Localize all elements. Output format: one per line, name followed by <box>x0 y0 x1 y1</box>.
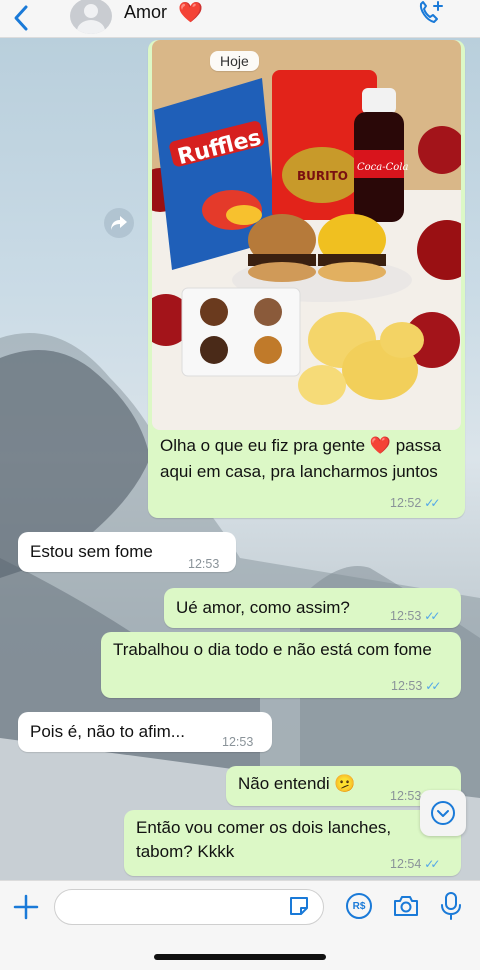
message-time: 12:53 <box>390 789 422 803</box>
message-text: Trabalhou o dia todo e não está com fome <box>113 640 432 659</box>
message-time: 12:52 <box>390 496 422 510</box>
avatar[interactable] <box>70 0 112 34</box>
food-photo-illustration: Ruffles BURITO Coca-Cola <box>152 40 461 430</box>
plus-icon[interactable] <box>12 893 40 921</box>
box-brand-text: BURITO <box>297 169 348 183</box>
read-ticks-icon: ✓✓ <box>424 857 440 871</box>
message-time: 12:53 <box>391 679 423 693</box>
contact-name[interactable]: Amor <box>124 2 167 23</box>
read-ticks-icon: ✓✓ <box>424 609 440 623</box>
message-text: Estou sem fome <box>30 542 153 561</box>
message-bubble-outgoing[interactable]: Trabalhou o dia todo e não está com fome… <box>101 632 461 698</box>
sticker-icon[interactable] <box>288 895 310 917</box>
message-bubble-outgoing[interactable]: Então vou comer os dois lanches, tabom? … <box>124 810 461 876</box>
forward-icon[interactable] <box>104 208 134 238</box>
message-bubble-incoming[interactable]: Pois é, não to afim... 12:53 <box>18 712 272 752</box>
message-text: Pois é, não to afim... <box>30 722 185 741</box>
message-meta: 12:53 ✓✓ <box>391 674 441 698</box>
message-bubble-outgoing[interactable]: Ué amor, como assim? 12:53 ✓✓ <box>164 588 461 628</box>
soda-brand-text: Coca-Cola <box>357 162 408 173</box>
message-time: 12:53 <box>390 609 422 623</box>
photo-caption: Olha o que eu fiz pra gente ❤️ passa aqu… <box>160 436 442 481</box>
date-pill: Hoje <box>210 51 259 71</box>
message-meta: 12:54 ✓✓ <box>390 852 440 876</box>
camera-icon[interactable] <box>392 893 420 919</box>
message-meta: 12:53 <box>188 552 219 576</box>
food-photo[interactable]: Ruffles BURITO Coca-Cola <box>152 40 461 430</box>
chat-header: Amor ❤️ <box>0 0 480 38</box>
payment-icon[interactable]: R$ <box>346 893 372 919</box>
photo-message[interactable]: Ruffles BURITO Coca-Cola Olha o que eu f… <box>148 40 465 518</box>
call-add-icon[interactable] <box>416 0 446 28</box>
read-ticks-icon: ✓✓ <box>424 496 440 510</box>
message-time: 12:53 <box>222 735 254 749</box>
scroll-to-bottom-button[interactable] <box>420 790 466 836</box>
message-meta: 12:52 ✓✓ <box>390 496 440 510</box>
home-indicator <box>154 954 326 960</box>
message-input[interactable] <box>54 889 324 925</box>
message-text: Ué amor, como assim? <box>176 598 350 617</box>
message-meta: 12:53 <box>222 730 253 754</box>
back-chevron-icon[interactable] <box>10 4 34 32</box>
chevron-down-circle-icon <box>431 801 455 825</box>
microphone-icon[interactable] <box>440 891 462 921</box>
message-time: 12:54 <box>390 857 422 871</box>
message-meta: 12:53 ✓✓ <box>390 604 440 628</box>
message-bubble-incoming[interactable]: Estou sem fome 12:53 <box>18 532 236 572</box>
message-text: Não entendi 🫤 <box>238 774 356 793</box>
message-time: 12:53 <box>188 557 220 571</box>
read-ticks-icon: ✓✓ <box>425 679 441 693</box>
contact-heart-emoji: ❤️ <box>178 2 203 24</box>
